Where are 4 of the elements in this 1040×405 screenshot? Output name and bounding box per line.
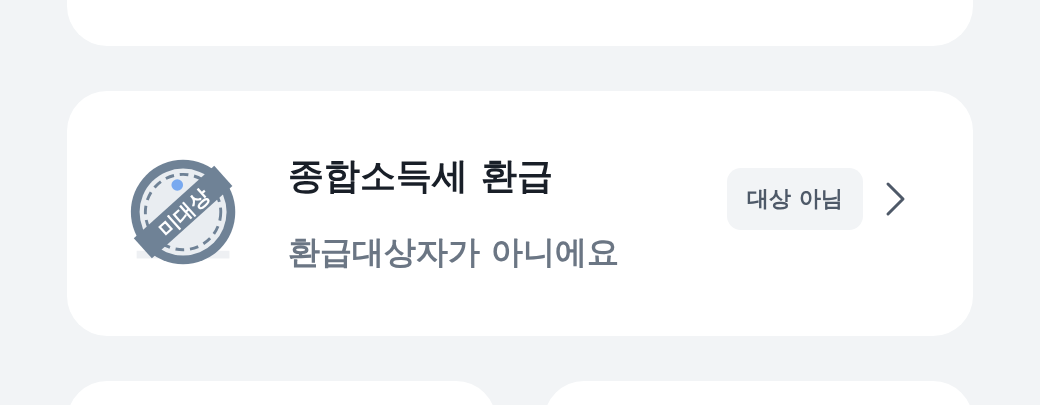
chevron-right-icon xyxy=(885,180,907,217)
card-subtitle: 환급대상자가 아니에요 xyxy=(288,232,621,273)
card-title: 종합소득세 환급 xyxy=(288,154,554,198)
status-badge: 대상 아님 xyxy=(727,167,863,230)
